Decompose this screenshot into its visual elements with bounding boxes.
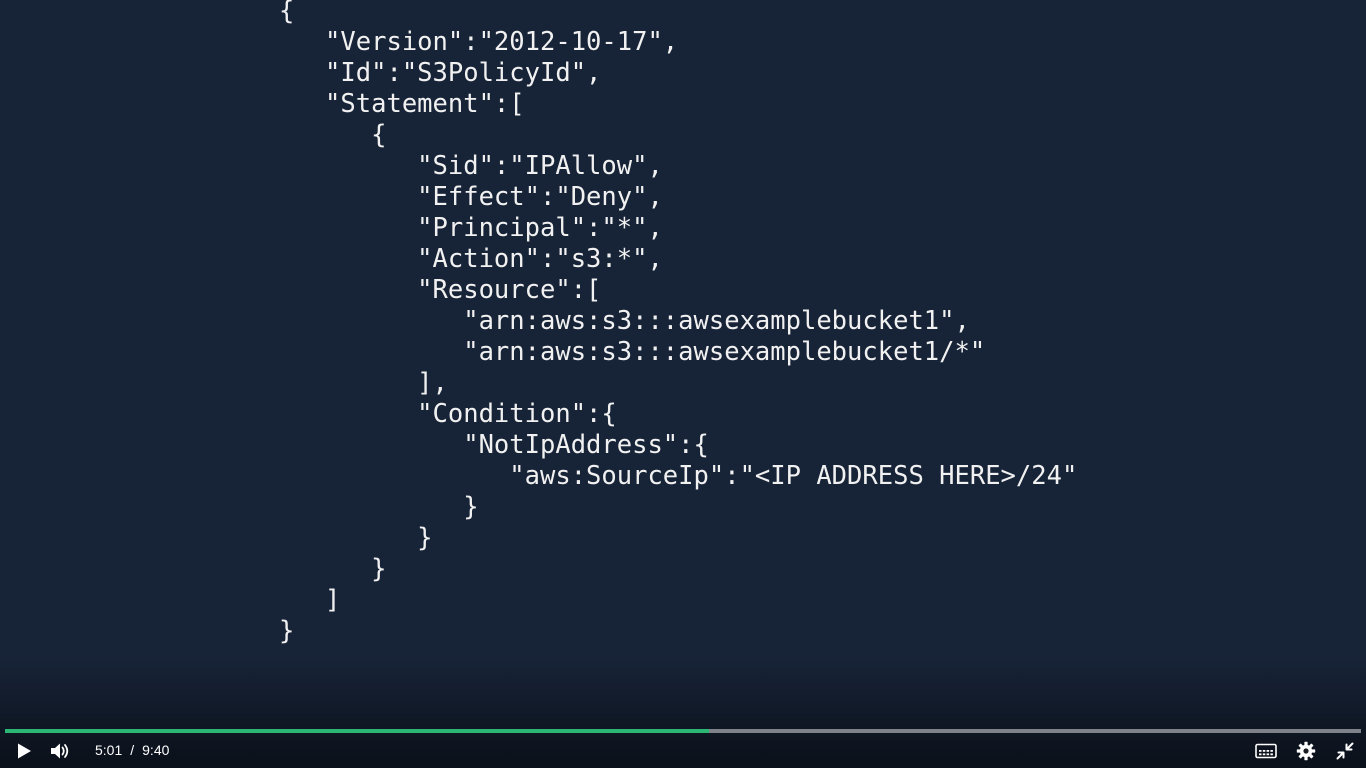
code-line: "Version":"2012-10-17",	[279, 27, 679, 57]
code-block: { "Version":"2012-10-17", "Id":"S3Policy…	[279, 0, 1077, 647]
volume-icon	[51, 743, 69, 759]
exit-fullscreen-button[interactable]	[1328, 734, 1362, 768]
time-display: 5:01 / 9:40	[95, 742, 169, 758]
settings-button[interactable]	[1289, 734, 1323, 768]
current-time: 5:01	[95, 742, 123, 758]
code-line: {	[279, 0, 295, 26]
captions-icon	[1255, 743, 1277, 759]
play-button[interactable]	[7, 734, 41, 768]
code-line: "aws:SourceIp":"<IP ADDRESS HERE>/24"	[279, 461, 1078, 491]
progress-bar[interactable]	[5, 729, 1361, 733]
code-line: "Sid":"IPAllow",	[279, 151, 663, 181]
code-line: }	[279, 554, 387, 584]
video-frame[interactable]: { "Version":"2012-10-17", "Id":"S3Policy…	[0, 0, 1366, 768]
code-line: "Resource":[	[279, 275, 602, 305]
code-line: "arn:aws:s3:::awsexamplebucket1/*"	[279, 337, 986, 367]
player-controls: 5:01 / 9:40	[0, 734, 1366, 768]
captions-button[interactable]	[1249, 734, 1283, 768]
code-line: ]	[279, 585, 341, 615]
code-line: "Action":"s3:*",	[279, 244, 663, 274]
code-line: "Id":"S3PolicyId",	[279, 58, 602, 88]
settings-icon	[1296, 741, 1316, 761]
code-line: "arn:aws:s3:::awsexamplebucket1",	[279, 306, 970, 336]
code-line: }	[279, 492, 479, 522]
progress-played	[5, 729, 709, 733]
code-line: "Condition":{	[279, 399, 617, 429]
code-line: "Effect":"Deny",	[279, 182, 663, 212]
code-line: "Statement":[	[279, 89, 525, 119]
code-line: ],	[279, 368, 448, 398]
code-line: {	[279, 120, 387, 150]
code-line: }	[279, 523, 433, 553]
play-icon	[18, 743, 31, 759]
code-line: }	[279, 616, 295, 646]
code-line: "Principal":"*",	[279, 213, 663, 243]
code-line: "NotIpAddress":{	[279, 430, 709, 460]
time-separator: /	[130, 742, 135, 758]
volume-button[interactable]	[43, 734, 77, 768]
exit-fullscreen-icon	[1336, 742, 1354, 760]
duration: 9:40	[142, 742, 170, 758]
